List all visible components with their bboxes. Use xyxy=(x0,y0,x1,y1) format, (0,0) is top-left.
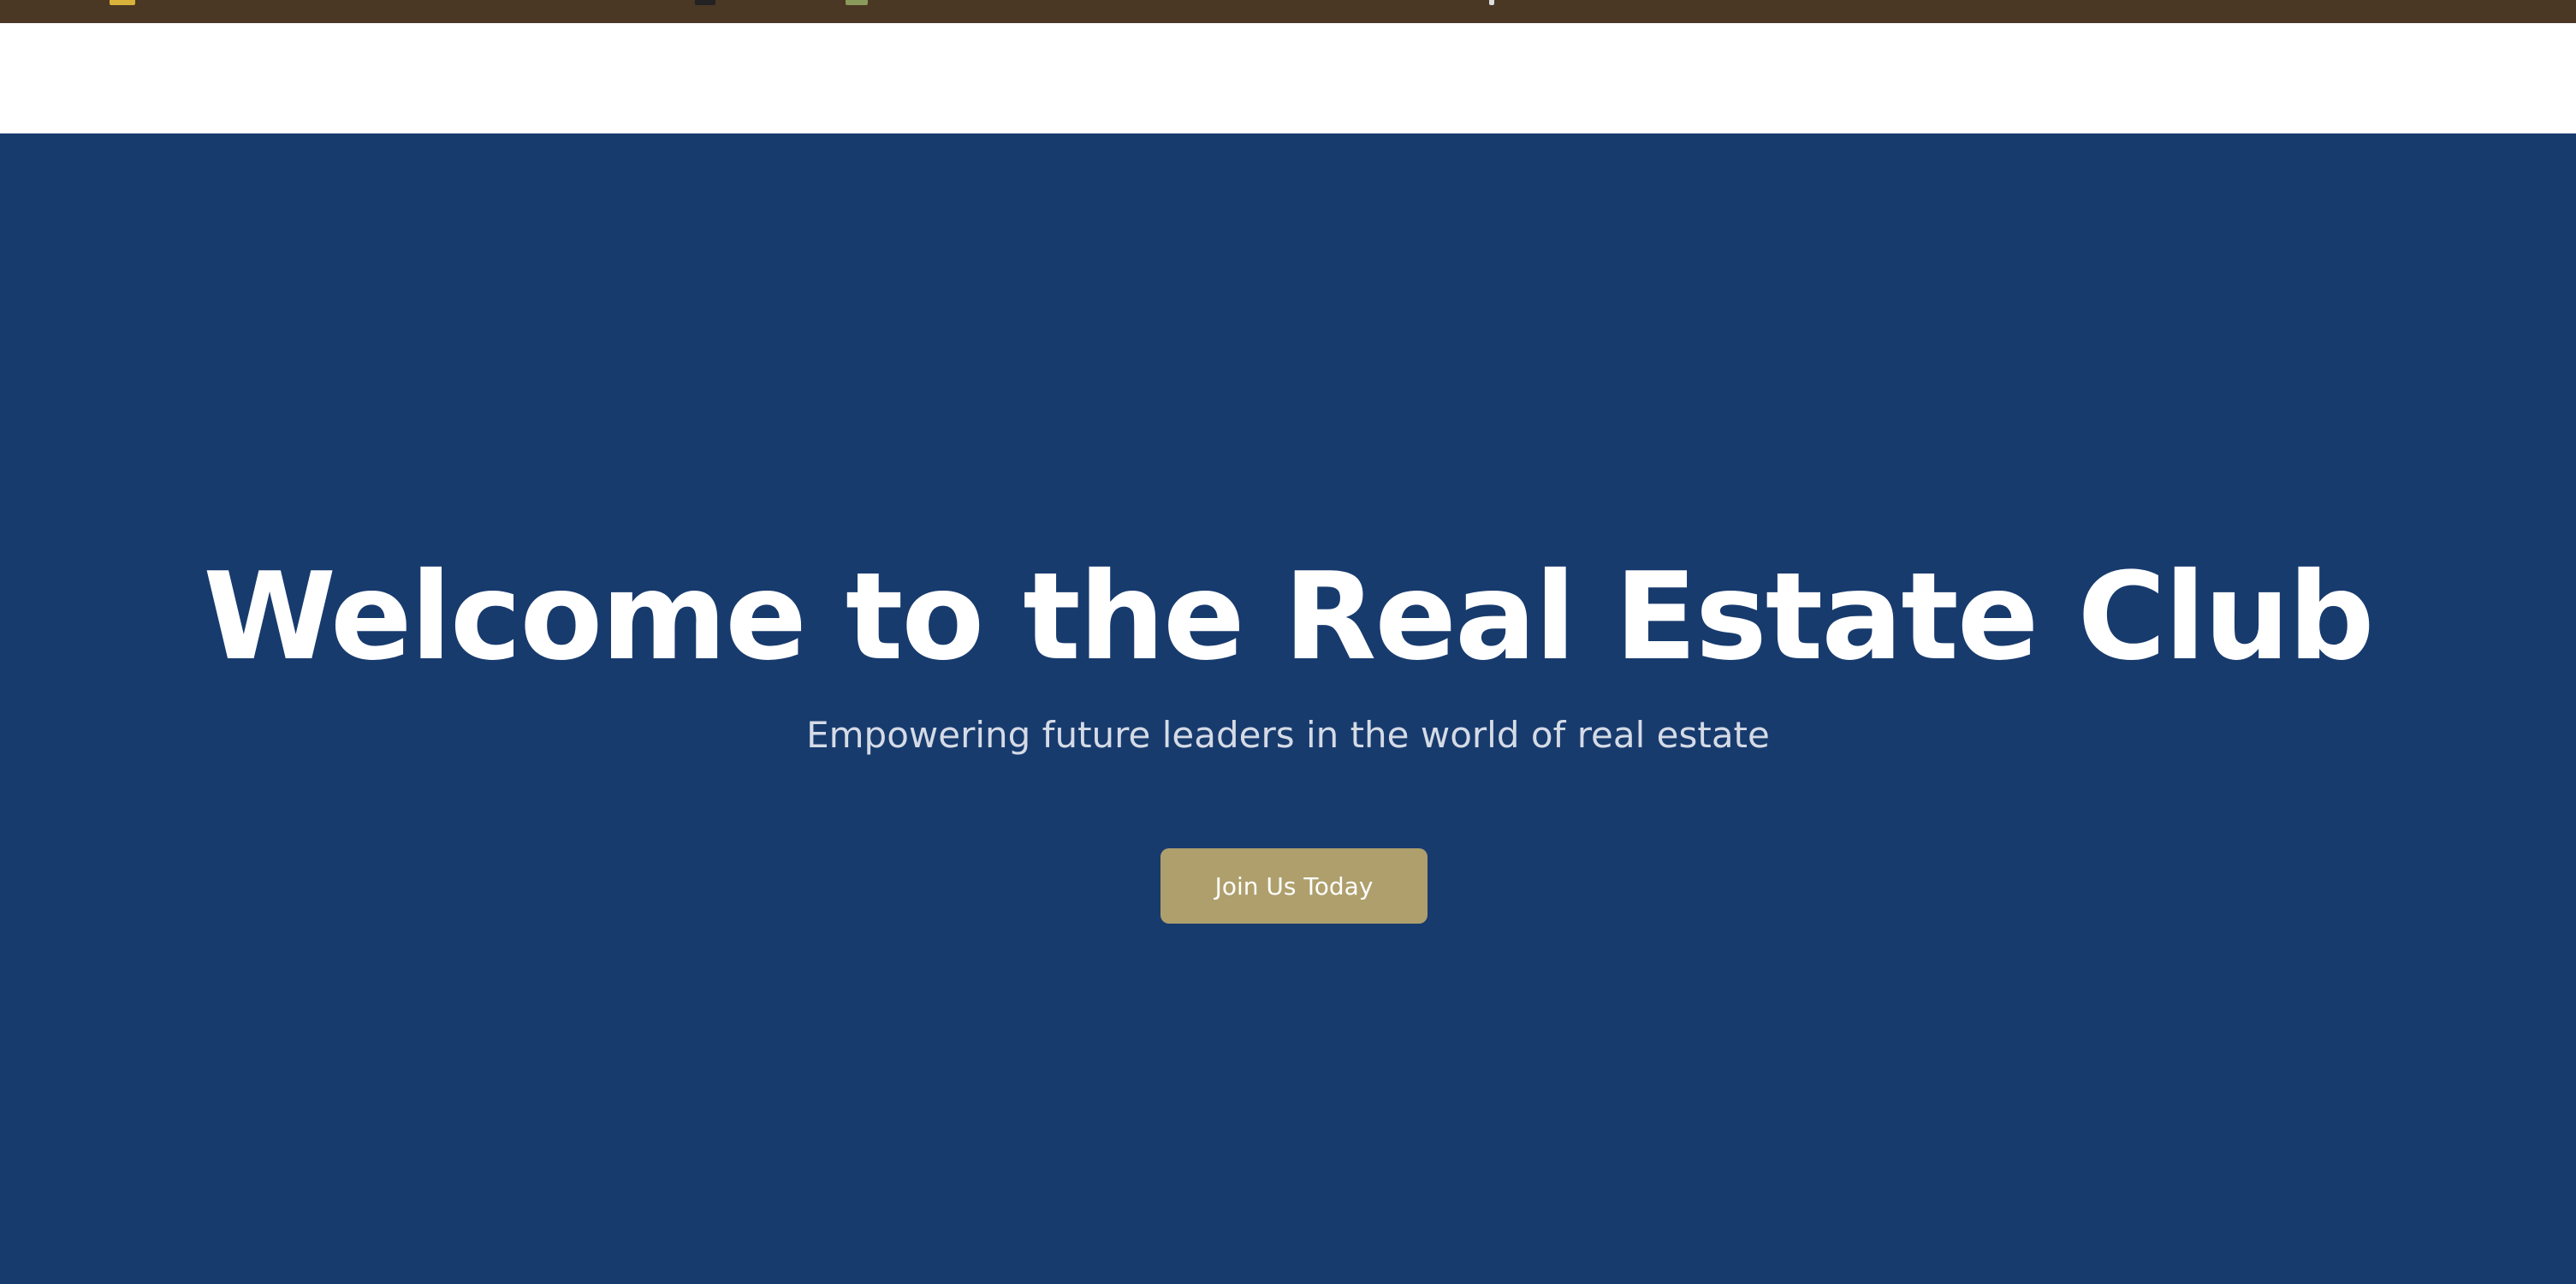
bookmark-favicon-icon[interactable] xyxy=(695,0,715,5)
join-us-button[interactable]: Join Us Today xyxy=(1160,848,1427,924)
bookmark-favicon-icon[interactable] xyxy=(1489,0,1494,5)
browser-bookmarks-strip xyxy=(0,0,2576,23)
hero-section: Welcome to the Real Estate Club Empoweri… xyxy=(0,134,2576,1284)
hero-title: Welcome to the Real Estate Club xyxy=(203,547,2374,687)
bookmark-favicon-icon[interactable] xyxy=(110,0,135,5)
site-navbar xyxy=(0,23,2576,134)
hero-subtitle: Empowering future leaders in the world o… xyxy=(806,714,1770,756)
bookmark-favicon-icon[interactable] xyxy=(846,0,868,5)
